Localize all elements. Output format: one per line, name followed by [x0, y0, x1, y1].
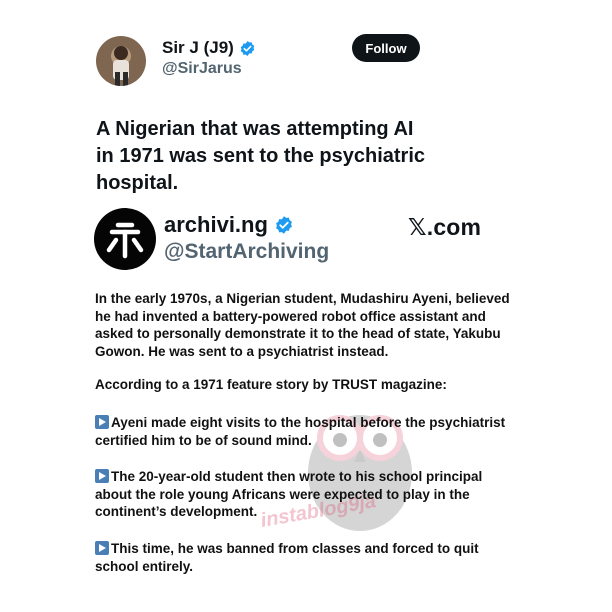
x-com-label: 𝕏.com — [408, 214, 482, 240]
paragraph-line: continent’s development. — [95, 504, 258, 519]
card-display-name[interactable]: archivi.ng — [164, 212, 268, 238]
paragraph-line-with-icon: The 20-year-old student then wrote to hi… — [95, 468, 525, 486]
paragraph-line: about the role young Africans were expec… — [95, 486, 470, 502]
paragraph-line: Ayeni made eight visits to the hospital … — [111, 415, 506, 430]
paragraph-line-with-icon: This time, he was banned from classes an… — [95, 540, 525, 558]
paragraph-line: Gowon. He was sent to a psychiatrist ins… — [95, 343, 389, 359]
card-paragraph: This time, he was banned from classes an… — [95, 540, 525, 575]
tweet-text-line: in 1971 was sent to the psychiatric — [96, 145, 426, 167]
paragraph-line-with-icon: Ayeni made eight visits to the hospital … — [95, 414, 525, 432]
paragraph-line: The 20-year-old student then wrote to hi… — [111, 469, 483, 484]
verified-badge-icon — [239, 40, 256, 57]
card-name-row: archivi.ng — [164, 212, 294, 238]
paragraph-line: According to a 1971 feature story by TRU… — [95, 377, 447, 392]
follow-button[interactable]: Follow — [352, 34, 420, 62]
card-paragraph: According to a 1971 feature story by TRU… — [95, 376, 525, 394]
play-button-icon — [95, 541, 109, 555]
paragraph-line: school entirely. — [95, 558, 194, 574]
author-avatar[interactable] — [96, 36, 146, 86]
archiving-avatar[interactable] — [94, 208, 156, 270]
paragraph-line: In the early 1970s, a Nigerian student, … — [95, 291, 510, 306]
card-paragraph: Ayeni made eight visits to the hospital … — [95, 414, 525, 449]
play-button-icon — [95, 415, 109, 429]
paragraph-line: he had invented a battery-powered robot … — [95, 308, 486, 324]
verified-badge-icon — [274, 215, 294, 235]
paragraph-line: certified him to be of sound mind. — [95, 432, 312, 448]
card-paragraph: The 20-year-old student then wrote to hi… — [95, 468, 525, 521]
author-name-row: Sir J (J9) — [162, 38, 256, 58]
paragraph-line: asked to personally demonstrate it to th… — [95, 326, 501, 341]
play-button-icon — [95, 469, 109, 483]
card-handle[interactable]: @StartArchiving — [164, 240, 329, 264]
card-paragraph: In the early 1970s, a Nigerian student, … — [95, 290, 525, 360]
tweet-text-line: hospital. — [96, 172, 179, 194]
tweet-text-line: A Nigerian that was attempting AI — [96, 118, 414, 140]
tweet-text: A Nigerian that was attempting AI in 197… — [96, 116, 476, 197]
paragraph-line: This time, he was banned from classes an… — [111, 541, 479, 556]
author-display-name[interactable]: Sir J (J9) — [162, 38, 234, 58]
author-handle[interactable]: @SirJarus — [162, 60, 242, 78]
